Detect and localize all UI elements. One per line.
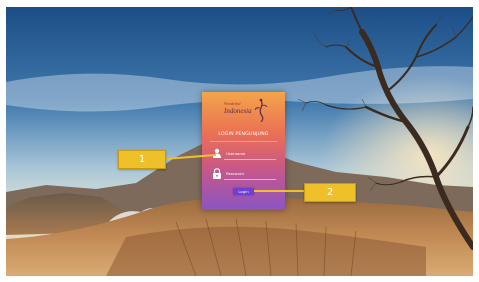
login-title: LOGIN PENGUNJUNG [218, 132, 269, 137]
lock-icon [213, 168, 221, 179]
login-card: Wonderful Indonesia LOGIN PENGUNJUNG Use… [202, 92, 285, 210]
brand-name: Indonesia [224, 107, 252, 115]
username-field[interactable]: Username [212, 148, 276, 160]
dancer-logo-icon [254, 98, 268, 122]
login-button[interactable]: Login [233, 188, 254, 195]
password-underline [224, 179, 276, 180]
username-underline [224, 159, 276, 160]
password-field[interactable]: Password [212, 168, 276, 180]
brand-tagline: Wonderful [224, 101, 241, 106]
callout-badge-2: 2 [304, 183, 356, 202]
login-screen: Wonderful Indonesia LOGIN PENGUNJUNG Use… [6, 7, 473, 276]
user-icon [213, 148, 221, 158]
username-placeholder: Username [226, 151, 246, 156]
password-placeholder: Password [226, 171, 244, 176]
callout-badge-1: 1 [118, 150, 166, 169]
wonderful-indonesia-logo: Wonderful Indonesia [216, 98, 274, 124]
title-divider [210, 141, 277, 142]
